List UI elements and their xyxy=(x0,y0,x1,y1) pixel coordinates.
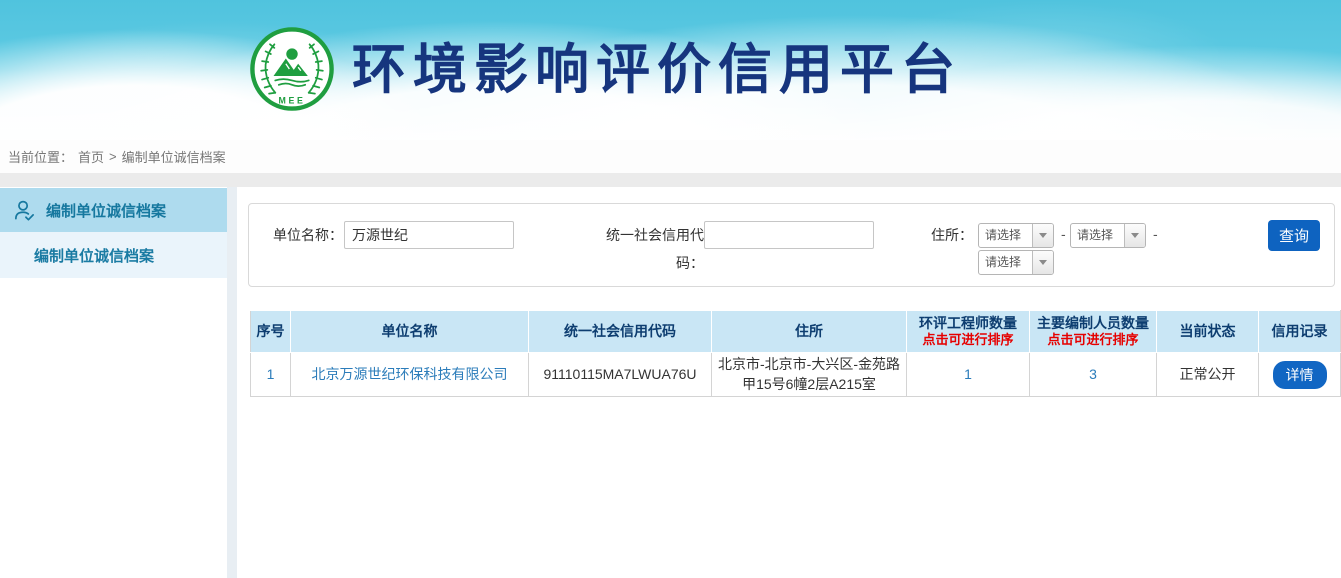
sort-hint: 点击可进行排序 xyxy=(1030,332,1156,348)
credit-code-label: 统一社会信用代码： xyxy=(579,221,704,277)
breadcrumb-separator: > xyxy=(109,149,117,164)
chevron-down-icon xyxy=(1032,224,1053,247)
cell-staff-count: 3 xyxy=(1030,353,1157,397)
address-dash: - xyxy=(1061,226,1066,242)
table-header-row: 序号 单位名称 统一社会信用代码 住所 环评工程师数量 点击可进行排序 主要编制… xyxy=(251,311,1341,353)
cell-status: 正常公开 xyxy=(1157,353,1259,397)
sort-hint: 点击可进行排序 xyxy=(907,332,1029,348)
unit-name-label: 单位名称： xyxy=(273,221,343,249)
user-check-icon xyxy=(13,199,36,222)
row-index: 1 xyxy=(267,366,275,382)
unit-name-link[interactable]: 北京万源世纪环保科技有限公司 xyxy=(312,366,508,382)
staff-count-link[interactable]: 3 xyxy=(1089,366,1097,382)
site-title: 环境影响评价信用平台 xyxy=(352,0,962,140)
results-table: 序号 单位名称 统一社会信用代码 住所 环评工程师数量 点击可进行排序 主要编制… xyxy=(250,310,1341,397)
col-label: 主要编制人员数量 xyxy=(1037,315,1149,331)
address-dash: - xyxy=(1153,226,1158,242)
cell-address: 北京市-北京市-大兴区-金苑路甲15号6幢2层A215室 xyxy=(712,353,907,397)
sidebar-item-label: 编制单位诚信档案 xyxy=(46,200,166,221)
detail-button[interactable]: 详情 xyxy=(1273,361,1327,389)
sidebar-divider xyxy=(227,187,237,578)
divider-strip xyxy=(0,173,1341,187)
mee-logo-icon: MEE xyxy=(248,25,336,113)
sidebar-subitem-credit-archive[interactable]: 编制单位诚信档案 xyxy=(0,232,227,278)
site-banner: MEE 环境影响评价信用平台 xyxy=(0,0,1341,140)
col-engineer-count-sort[interactable]: 环评工程师数量 点击可进行排序 xyxy=(907,311,1030,353)
col-credit-code: 统一社会信用代码 xyxy=(529,311,712,353)
main-panel: 单位名称： 统一社会信用代码： 住所： 请选择 - 请选择 - 请选择 查询 xyxy=(237,187,1341,578)
breadcrumb-label: 当前位置： xyxy=(8,147,73,166)
cell-index: 1 xyxy=(251,353,291,397)
select-value: 请选择 xyxy=(979,251,1032,274)
chevron-down-icon xyxy=(1032,251,1053,274)
select-value: 请选择 xyxy=(1071,224,1124,247)
address-district-select[interactable]: 请选择 xyxy=(978,250,1054,275)
query-button[interactable]: 查询 xyxy=(1268,220,1320,251)
col-status: 当前状态 xyxy=(1157,311,1259,353)
address-city-select[interactable]: 请选择 xyxy=(1070,223,1146,248)
address-province-select[interactable]: 请选择 xyxy=(978,223,1054,248)
credit-code-input[interactable] xyxy=(704,221,874,249)
breadcrumb: 当前位置： 首页 > 编制单位诚信档案 xyxy=(0,140,1341,173)
sidebar-subitem-label: 编制单位诚信档案 xyxy=(34,245,154,266)
col-unit-name: 单位名称 xyxy=(291,311,529,353)
cell-unit-name: 北京万源世纪环保科技有限公司 xyxy=(291,353,529,397)
engineer-count-link[interactable]: 1 xyxy=(964,366,972,382)
search-form: 单位名称： 统一社会信用代码： 住所： 请选择 - 请选择 - 请选择 查询 xyxy=(248,203,1335,287)
col-credit-record: 信用记录 xyxy=(1259,311,1341,353)
sidebar-item-credit-archive[interactable]: 编制单位诚信档案 xyxy=(0,188,227,232)
col-staff-count-sort[interactable]: 主要编制人员数量 点击可进行排序 xyxy=(1030,311,1157,353)
unit-name-input[interactable] xyxy=(344,221,514,249)
col-index: 序号 xyxy=(251,311,291,353)
select-value: 请选择 xyxy=(979,224,1032,247)
breadcrumb-home-link[interactable]: 首页 xyxy=(78,147,104,166)
svg-text:MEE: MEE xyxy=(279,95,306,105)
address-label: 住所： xyxy=(931,221,973,249)
cell-credit-record: 详情 xyxy=(1259,353,1341,397)
cell-credit-code: 91110115MA7LWUA76U xyxy=(529,353,712,397)
table-row: 1 北京万源世纪环保科技有限公司 91110115MA7LWUA76U 北京市-… xyxy=(251,353,1341,397)
col-label: 环评工程师数量 xyxy=(919,315,1017,331)
chevron-down-icon xyxy=(1124,224,1145,247)
cell-engineer-count: 1 xyxy=(907,353,1030,397)
col-address: 住所 xyxy=(712,311,907,353)
breadcrumb-current: 编制单位诚信档案 xyxy=(122,147,226,166)
sidebar: 编制单位诚信档案 编制单位诚信档案 xyxy=(0,187,227,578)
